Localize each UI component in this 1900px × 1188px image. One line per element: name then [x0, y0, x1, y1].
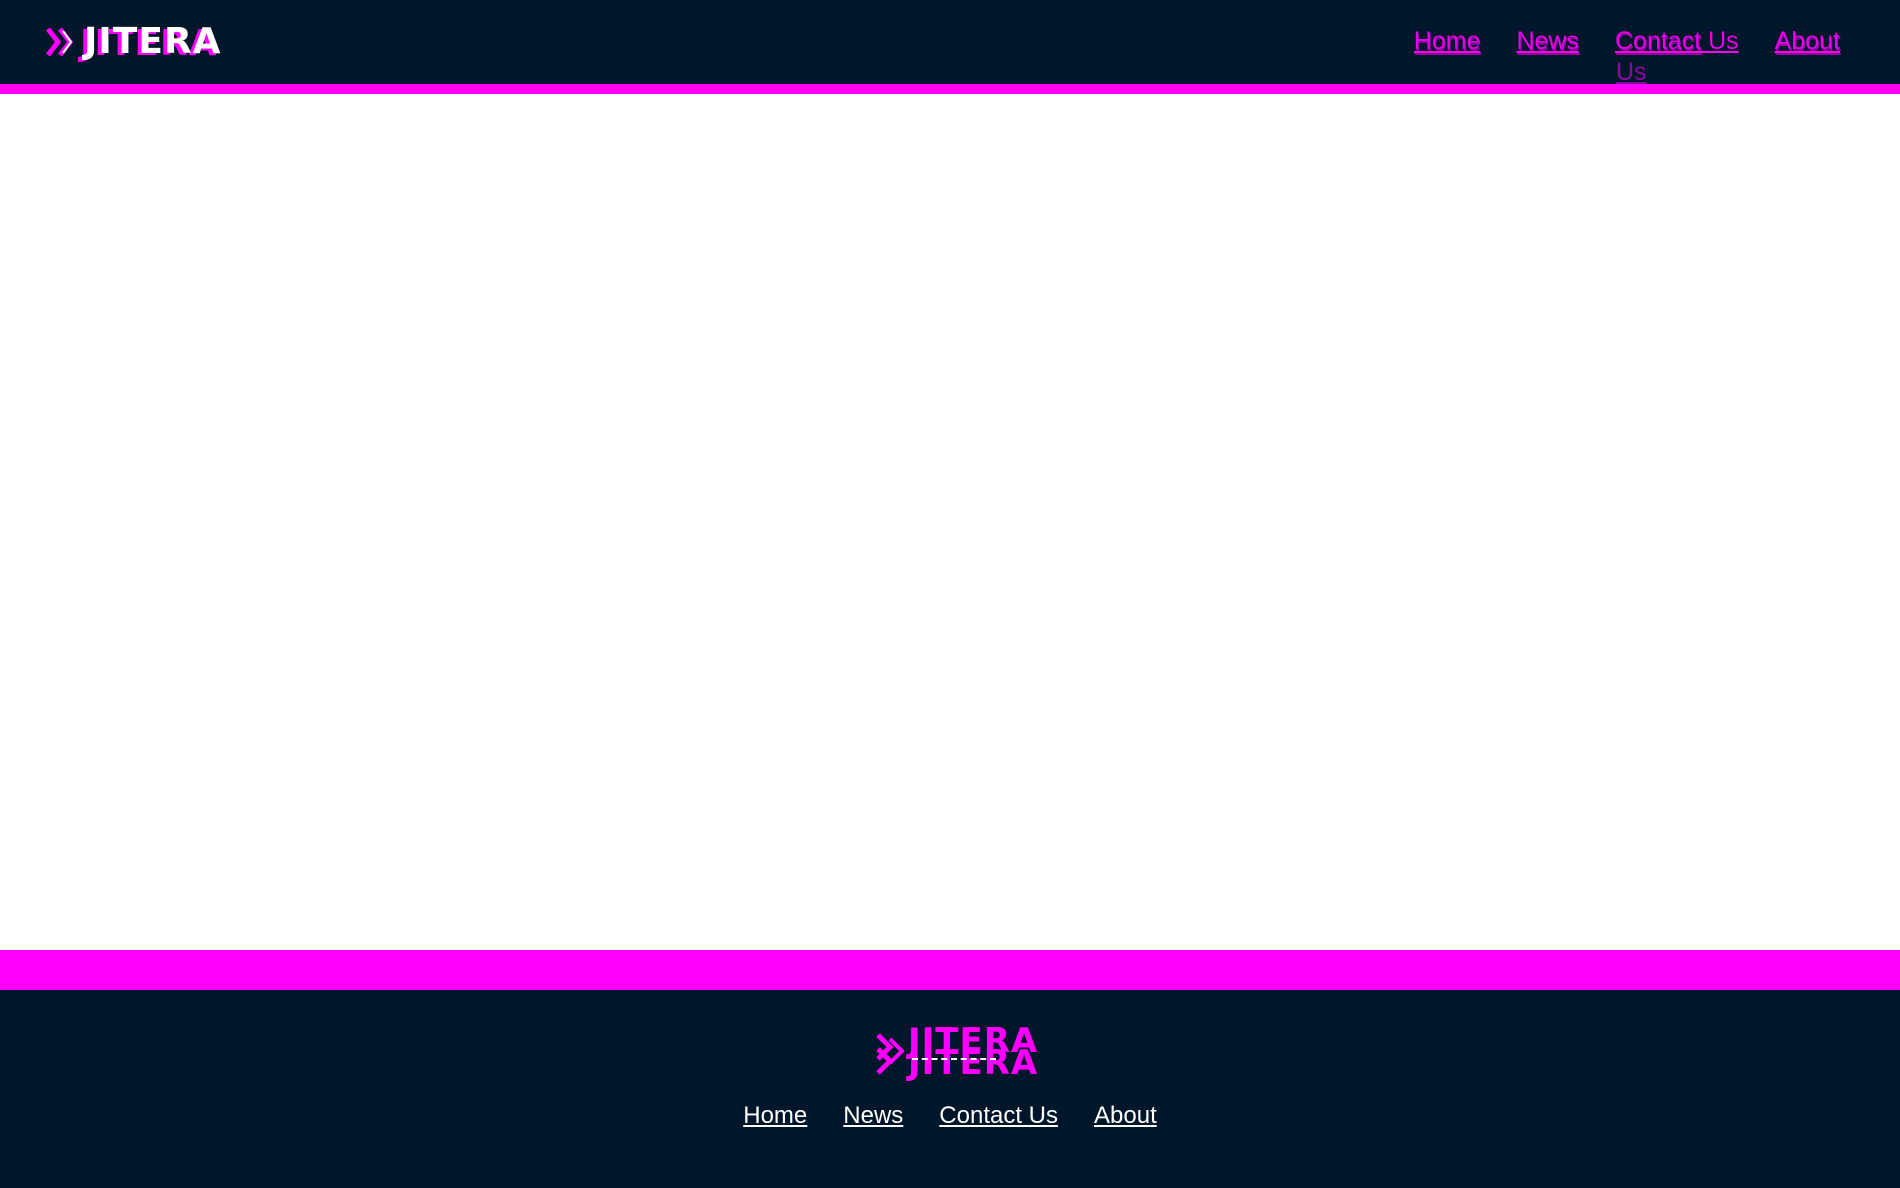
- page: JITERA JITERA Home Home News News Contac…: [0, 0, 1900, 1188]
- nav-link-home[interactable]: Home Home: [1414, 27, 1482, 57]
- footer-link-about[interactable]: About: [1094, 1102, 1157, 1130]
- nav-link-contact[interactable]: Contact Us Contact Us: [1615, 27, 1739, 86]
- double-chevron-icon: [46, 27, 74, 57]
- header-logo[interactable]: JITERA JITERA: [46, 20, 222, 64]
- double-chevron-icon: [876, 1033, 905, 1075]
- logo-wordmark: JITERA JITERA: [80, 21, 222, 64]
- footer-link-home[interactable]: Home: [743, 1102, 807, 1130]
- footer-link-news[interactable]: News: [843, 1102, 903, 1130]
- main-content: [0, 94, 1900, 950]
- site-footer: JITERA JITERA Home News Contact Us About: [0, 990, 1900, 1188]
- header-nav: Home Home News News Contact Us Contact U…: [1414, 27, 1841, 86]
- footer-accent-stripe: [0, 950, 1900, 990]
- logo-wordmark: JITERA JITERA: [908, 1021, 1039, 1083]
- site-header: JITERA JITERA Home Home News News Contac…: [0, 0, 1900, 86]
- logo-divider: [912, 1058, 996, 1061]
- footer-nav: Home News Contact Us About: [0, 1102, 1900, 1130]
- nav-link-about[interactable]: About About: [1775, 27, 1841, 57]
- footer-logo[interactable]: JITERA JITERA: [876, 1021, 1039, 1084]
- footer-link-contact[interactable]: Contact Us: [939, 1102, 1058, 1130]
- nav-link-news[interactable]: News News: [1516, 27, 1580, 57]
- header-accent-stripe: [0, 84, 1900, 94]
